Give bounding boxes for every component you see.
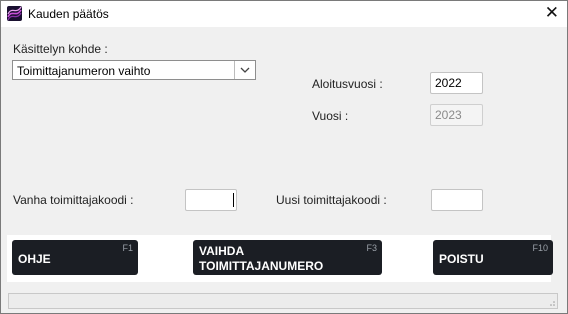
status-bar bbox=[8, 293, 558, 309]
year-field: 2023 bbox=[430, 104, 483, 126]
title-bar: Kauden päätös ✕ bbox=[1, 1, 567, 27]
new-supplier-label: Uusi toimittajakoodi : bbox=[276, 193, 387, 207]
exit-button[interactable]: POISTU F10 bbox=[433, 240, 553, 275]
button-bar: OHJE F1 VAIHDA TOIMITTAJANUMERO F3 POIST… bbox=[7, 235, 553, 282]
year-label: Vuosi : bbox=[312, 109, 349, 123]
resize-grip-icon[interactable] bbox=[547, 298, 555, 306]
dialog-window: Kauden päätös ✕ Käsittelyn kohde : Toimi… bbox=[0, 0, 568, 314]
help-button-key: F1 bbox=[122, 243, 133, 253]
app-logo-icon bbox=[7, 6, 22, 21]
exit-button-key: F10 bbox=[532, 243, 548, 253]
close-icon[interactable]: ✕ bbox=[545, 4, 559, 22]
text-cursor bbox=[233, 193, 234, 207]
change-button-label-line1: VAIHDA bbox=[199, 244, 245, 258]
old-supplier-label: Vanha toimittajakoodi : bbox=[13, 193, 134, 207]
help-button[interactable]: OHJE F1 bbox=[12, 240, 138, 275]
change-supplier-number-button[interactable]: VAIHDA TOIMITTAJANUMERO F3 bbox=[193, 240, 382, 275]
start-year-field[interactable]: 2022 bbox=[430, 72, 483, 94]
target-label: Käsittelyn kohde : bbox=[13, 42, 108, 56]
new-supplier-field[interactable] bbox=[431, 189, 483, 211]
target-select[interactable]: Toimittajanumeron vaihto bbox=[12, 60, 256, 80]
exit-button-label: POISTU bbox=[439, 252, 484, 266]
change-button-key: F3 bbox=[366, 243, 377, 253]
chevron-down-icon[interactable] bbox=[234, 61, 255, 79]
change-button-label-line2: TOIMITTAJANUMERO bbox=[199, 259, 324, 273]
window-title: Kauden päätös bbox=[28, 7, 109, 21]
target-select-value: Toimittajanumeron vaihto bbox=[17, 64, 151, 78]
start-year-label: Aloitusvuosi : bbox=[312, 77, 383, 91]
old-supplier-field[interactable] bbox=[185, 189, 237, 211]
help-button-label: OHJE bbox=[18, 252, 51, 266]
